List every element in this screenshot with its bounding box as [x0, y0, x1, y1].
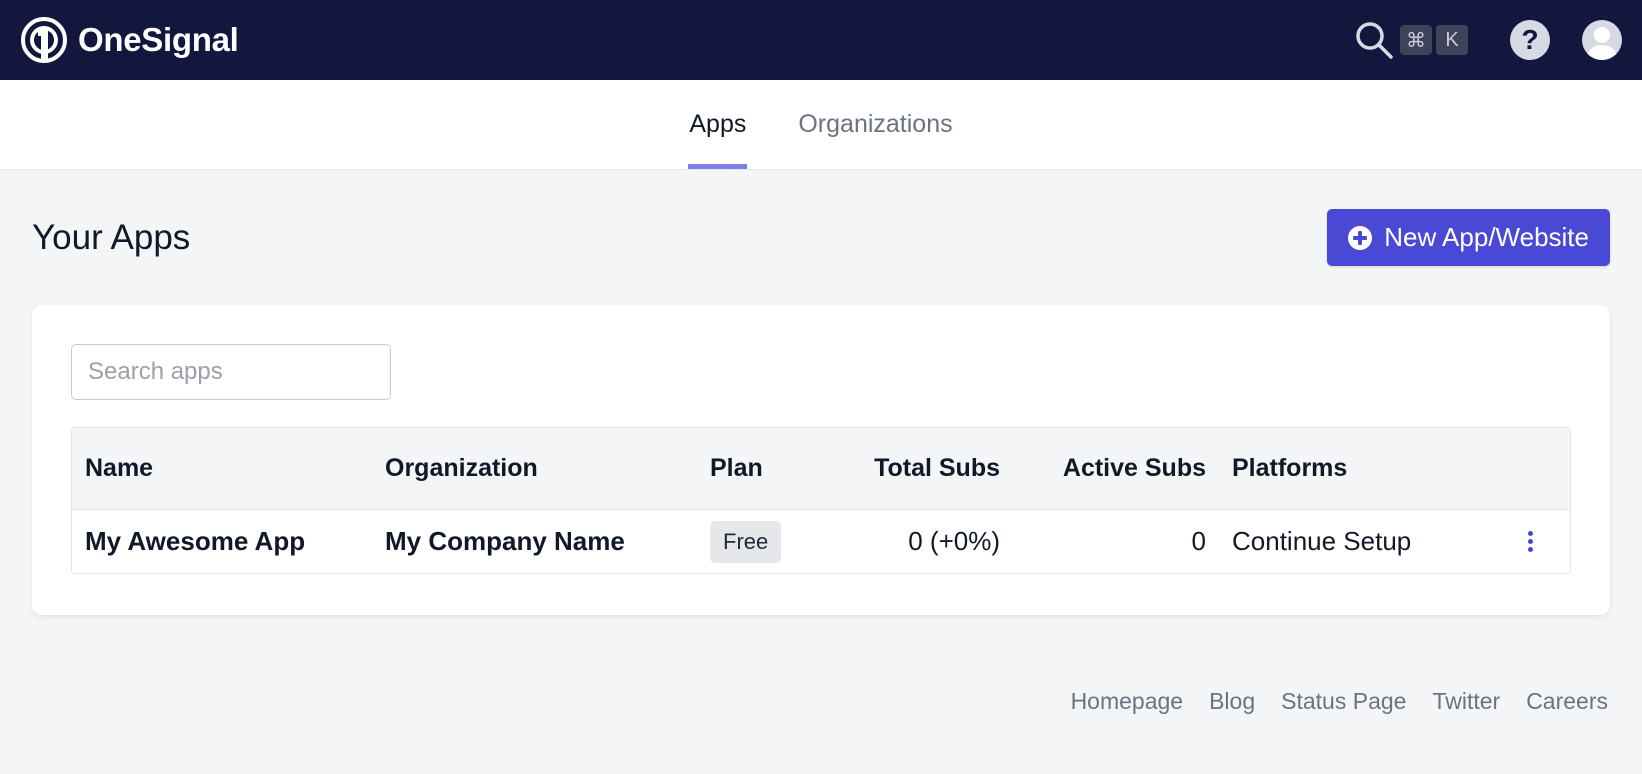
plan-badge: Free — [710, 520, 782, 563]
column-header-name[interactable]: Name — [85, 454, 385, 483]
footer-link-blog[interactable]: Blog — [1209, 688, 1255, 715]
active-subs-value: 0 — [1191, 526, 1206, 556]
top-navbar: OneSignal ⌘ K ? — [0, 0, 1642, 80]
new-app-button-label: New App/Website — [1384, 222, 1589, 252]
main-tabs: Apps Organizations — [0, 80, 1642, 170]
kebab-menu-icon[interactable] — [1520, 531, 1540, 552]
table-header-row: Name Organization Plan Total Subs Active… — [72, 428, 1570, 510]
footer-link-homepage[interactable]: Homepage — [1071, 688, 1184, 715]
page-title: Your Apps — [32, 217, 191, 257]
column-header-platforms: Platforms — [1232, 454, 1348, 482]
tab-apps[interactable]: Apps — [688, 80, 748, 169]
app-organization[interactable]: My Company Name — [385, 526, 710, 557]
help-icon[interactable]: ? — [1510, 20, 1550, 60]
tab-organizations[interactable]: Organizations — [797, 80, 953, 169]
brand-name: OneSignal — [78, 21, 239, 58]
app-name[interactable]: My Awesome App — [85, 526, 385, 557]
shortcut-key-cmd: ⌘ — [1400, 25, 1432, 55]
search-apps-input[interactable] — [71, 344, 391, 400]
top-actions: ⌘ K ? — [1352, 18, 1622, 62]
column-header-active-subs[interactable]: Active Subs — [1000, 454, 1206, 483]
total-subs-value: 0 (+0%) — [908, 526, 1000, 556]
avatar-icon[interactable] — [1582, 20, 1622, 60]
table-row[interactable]: My Awesome App My Company Name Free 0 (+… — [72, 510, 1570, 573]
column-header-plan[interactable]: Plan — [710, 454, 848, 483]
search-icon[interactable] — [1352, 18, 1396, 62]
plus-circle-icon — [1348, 225, 1373, 250]
footer-link-status-page[interactable]: Status Page — [1281, 688, 1406, 715]
onesignal-logo-icon — [20, 16, 68, 64]
footer-link-careers[interactable]: Careers — [1526, 688, 1608, 715]
shortcut-key-k: K — [1436, 25, 1468, 55]
column-header-total-subs[interactable]: Total Subs — [848, 454, 1000, 483]
column-header-organization[interactable]: Organization — [385, 454, 710, 483]
new-app-button[interactable]: New App/Website — [1327, 209, 1610, 266]
footer-link-twitter[interactable]: Twitter — [1432, 688, 1500, 715]
apps-table: Name Organization Plan Total Subs Active… — [71, 427, 1571, 574]
page-header: Your Apps New App/Website — [0, 170, 1642, 305]
brand[interactable]: OneSignal — [20, 16, 239, 64]
apps-card: Name Organization Plan Total Subs Active… — [32, 305, 1610, 615]
continue-setup-link[interactable]: Continue Setup — [1206, 526, 1520, 557]
footer-links: Homepage Blog Status Page Twitter Career… — [1071, 688, 1608, 715]
